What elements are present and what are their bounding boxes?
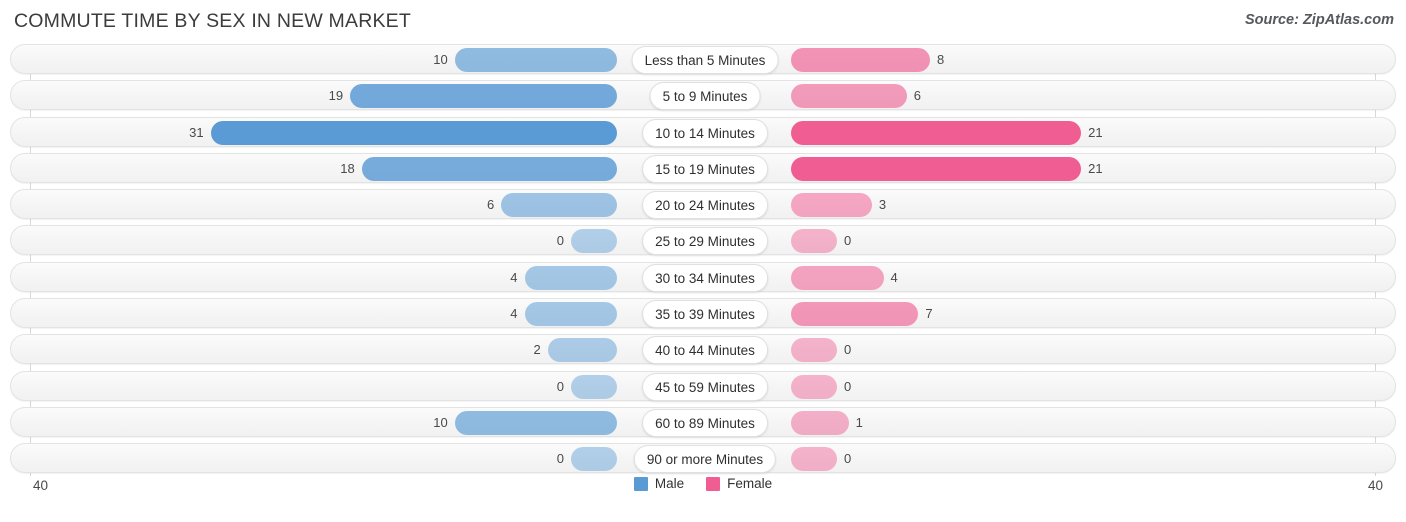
chart-plot-area: 10 8 Less than 5 Minutes 19 6 5 to 9 Minutes 3…: [0, 44, 1406, 476]
bar-female[interactable]: [791, 374, 837, 399]
bar-female[interactable]: [791, 447, 837, 472]
bar-value-male: 4: [510, 306, 518, 322]
bar-female[interactable]: [791, 410, 849, 435]
bar-value-female: 6: [913, 88, 921, 104]
bar-value-male: 19: [328, 88, 344, 104]
category-label: 35 to 39 Minutes: [642, 300, 768, 329]
bar-value-male: 6: [487, 197, 495, 213]
table-row[interactable]: 4 7 35 to 39 Minutes: [10, 298, 1396, 329]
page-title: COMMUTE TIME BY SEX IN NEW MARKET: [14, 10, 411, 32]
table-row[interactable]: 10 8 Less than 5 Minutes: [10, 44, 1396, 74]
bar-male[interactable]: [454, 410, 617, 435]
category-label: 40 to 44 Minutes: [642, 336, 768, 365]
bar-value-female: 1: [855, 414, 863, 430]
bar-male[interactable]: [547, 338, 617, 363]
bar-value-male: 0: [556, 233, 564, 249]
table-row[interactable]: 0 0 90 or more Minutes: [10, 443, 1396, 474]
bar-female[interactable]: [791, 84, 907, 109]
category-label: Less than 5 Minutes: [631, 46, 779, 74]
category-label: 5 to 9 Minutes: [649, 82, 761, 111]
bar-value-female: 8: [937, 52, 945, 67]
bar-male[interactable]: [571, 374, 617, 399]
table-row[interactable]: 31 21 10 to 14 Minutes: [10, 116, 1396, 147]
bar-female[interactable]: [791, 120, 1082, 145]
bar-male[interactable]: [454, 48, 617, 72]
bar-male[interactable]: [524, 265, 617, 290]
bar-male[interactable]: [501, 193, 617, 218]
category-label: 30 to 34 Minutes: [642, 263, 768, 292]
bar-female[interactable]: [791, 156, 1082, 181]
bar-value-female: 21: [1088, 160, 1103, 176]
bar-male[interactable]: [350, 84, 617, 109]
bar-male[interactable]: [524, 302, 617, 327]
bar-value-female: 0: [844, 233, 852, 249]
category-label: 90 or more Minutes: [633, 445, 777, 474]
table-row[interactable]: 4 4 30 to 34 Minutes: [10, 261, 1396, 292]
chart-rows: 10 8 Less than 5 Minutes 19 6 5 to 9 Minutes 3…: [10, 44, 1396, 480]
category-label: 60 to 89 Minutes: [642, 408, 768, 437]
chart-header: COMMUTE TIME BY SEX IN NEW MARKET Source…: [0, 0, 1406, 44]
category-label: 15 to 19 Minutes: [642, 154, 768, 183]
bar-value-female: 0: [844, 451, 852, 467]
bar-female[interactable]: [791, 229, 837, 254]
table-row[interactable]: 10 1 60 to 89 Minutes: [10, 406, 1396, 437]
bar-female[interactable]: [791, 338, 837, 363]
bar-male[interactable]: [361, 156, 617, 181]
bar-value-female: 0: [844, 378, 852, 394]
bar-value-male: 2: [533, 342, 541, 358]
category-label: 20 to 24 Minutes: [642, 191, 768, 220]
bar-female[interactable]: [791, 265, 884, 290]
table-row[interactable]: 0 0 25 to 29 Minutes: [10, 225, 1396, 256]
bar-value-male: 4: [510, 269, 518, 285]
chart-footer: 40 40 Male Female: [0, 476, 1406, 522]
bar-value-female: 21: [1088, 124, 1103, 140]
category-label: 10 to 14 Minutes: [642, 118, 768, 147]
table-row[interactable]: 19 6 5 to 9 Minutes: [10, 80, 1396, 111]
table-row[interactable]: 0 0 45 to 59 Minutes: [10, 370, 1396, 401]
bar-male[interactable]: [571, 229, 617, 254]
category-label: 25 to 29 Minutes: [642, 227, 768, 256]
bar-female[interactable]: [791, 302, 919, 327]
bar-value-female: 7: [925, 306, 933, 322]
bar-value-male: 31: [189, 124, 204, 140]
bar-male[interactable]: [210, 120, 617, 145]
bar-value-female: 3: [878, 197, 887, 213]
source-attribution: Source: ZipAtlas.com: [1244, 12, 1394, 28]
bar-value-male: 0: [556, 378, 564, 394]
table-row[interactable]: 6 3 20 to 24 Minutes: [10, 189, 1396, 220]
bar-female[interactable]: [791, 193, 872, 218]
bar-male[interactable]: [571, 447, 617, 472]
bar-value-female: 4: [890, 269, 898, 285]
bar-value-male: 0: [556, 451, 564, 467]
category-label: 45 to 59 Minutes: [642, 372, 768, 401]
bar-value-male: 10: [433, 52, 448, 67]
bar-value-female: 0: [844, 342, 852, 358]
table-row[interactable]: 2 0 40 to 44 Minutes: [10, 334, 1396, 365]
bar-value-male: 10: [433, 414, 448, 430]
table-row[interactable]: 18 21 15 to 19 Minutes: [10, 152, 1396, 183]
bar-value-male: 18: [340, 160, 355, 176]
bar-female[interactable]: [791, 48, 930, 72]
